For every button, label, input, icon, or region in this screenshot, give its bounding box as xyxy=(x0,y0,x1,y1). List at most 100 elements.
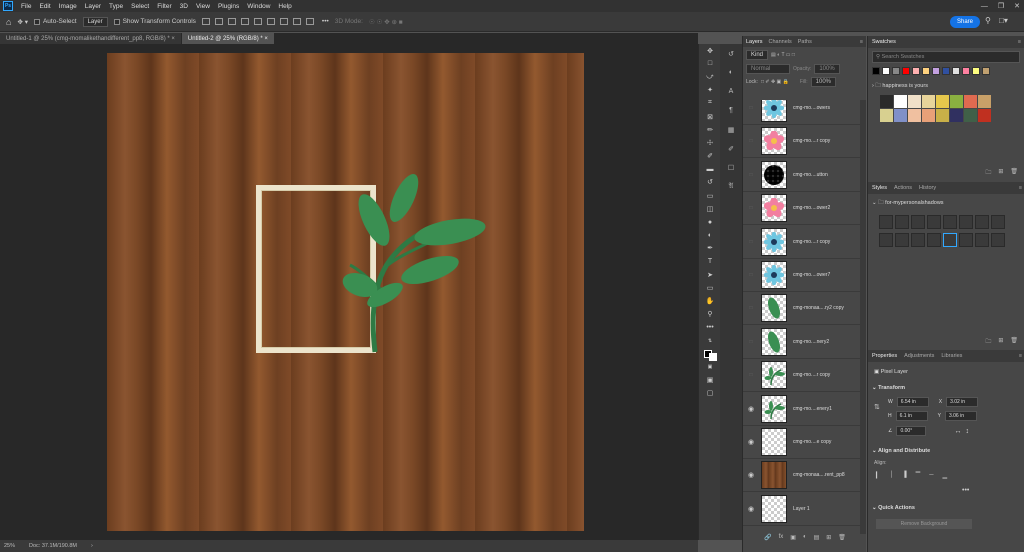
home-icon[interactable]: ⌂ xyxy=(6,17,11,27)
lock-icons[interactable]: □ ✐ ✥ ▣ 🔒 xyxy=(761,79,789,85)
width-field[interactable]: 6.54 in xyxy=(896,397,929,407)
link-dimensions-icon[interactable]: ⇅ xyxy=(874,403,880,411)
align-middle-icon[interactable] xyxy=(253,18,262,25)
tab-untitled-2[interactable]: Untitled-2 @ 25% (RGB/8) * × xyxy=(181,33,274,44)
close-icon[interactable]: × xyxy=(264,36,268,42)
layer-row[interactable]: □ cmg-mo....ower2 xyxy=(743,192,860,226)
angle-field[interactable]: 0.00° xyxy=(896,426,927,436)
visibility-toggle[interactable]: □ xyxy=(743,239,759,245)
rectangle-tool-icon[interactable]: ▭ xyxy=(699,281,721,294)
y-field[interactable]: 3.06 in xyxy=(944,411,977,421)
layer-row[interactable]: □ cmg-monaa....ry2 copy xyxy=(743,292,860,326)
swatch-color[interactable] xyxy=(882,67,890,75)
tab-libraries[interactable]: Libraries xyxy=(941,353,962,359)
tab-paths[interactable]: Paths xyxy=(798,39,812,45)
swatch-color[interactable] xyxy=(932,67,940,75)
crop-tool-icon[interactable]: ⌗ xyxy=(699,97,721,110)
style-item[interactable] xyxy=(879,215,893,229)
libraries-icon[interactable]: ▦ xyxy=(720,120,742,139)
style-item[interactable] xyxy=(943,215,957,229)
new-group-icon[interactable]: 🗀 xyxy=(985,337,991,347)
x-field[interactable]: 3.02 in xyxy=(946,397,979,407)
layer-row[interactable]: ◉ Layer 1 xyxy=(743,493,860,526)
filter-kind-dropdown[interactable]: Kind xyxy=(746,50,769,60)
tab-actions[interactable]: Actions xyxy=(894,185,912,191)
swatch-color[interactable] xyxy=(908,95,921,108)
link-icon[interactable]: 🔗 xyxy=(764,534,771,546)
close-icon[interactable]: ✕ xyxy=(1014,2,1020,10)
layers-scrollbar[interactable] xyxy=(860,100,866,534)
blur-tool-icon[interactable]: ● xyxy=(699,215,721,228)
frame-tool-icon[interactable]: ⊠ xyxy=(699,110,721,123)
layer-select-dropdown[interactable]: Layer xyxy=(82,16,108,27)
hand-tool-icon[interactable]: ✋ xyxy=(699,295,721,308)
align-vcenter-icon[interactable]: ─ xyxy=(929,472,933,479)
fx-icon[interactable]: fx xyxy=(779,534,784,546)
style-item[interactable] xyxy=(911,215,925,229)
visibility-toggle[interactable]: □ xyxy=(743,339,759,345)
eye-icon[interactable]: ◉ xyxy=(743,505,759,513)
style-item[interactable] xyxy=(991,233,1005,247)
swatch-color[interactable] xyxy=(936,95,949,108)
tab-layers[interactable]: Layers xyxy=(746,39,763,45)
screen-mode-icon[interactable]: ▢ xyxy=(699,387,721,400)
layer-row[interactable]: □ cmg-mo....r copy xyxy=(743,359,860,393)
show-transform-checkbox[interactable]: Show Transform Controls xyxy=(113,18,196,25)
tab-history[interactable]: History xyxy=(919,185,936,191)
eye-icon[interactable]: ◉ xyxy=(743,471,759,479)
style-item-selected[interactable] xyxy=(943,233,957,247)
swatch-color[interactable] xyxy=(880,109,893,122)
visibility-toggle[interactable]: □ xyxy=(743,205,759,211)
clone-source-icon[interactable]: ☐ xyxy=(720,158,742,177)
swatch-color[interactable] xyxy=(978,109,991,122)
path-select-icon[interactable]: ➤ xyxy=(699,268,721,281)
menu-view[interactable]: View xyxy=(192,3,214,10)
zoom-level[interactable]: 25% xyxy=(4,543,15,549)
panel-menu-icon[interactable]: ≡ xyxy=(1019,353,1022,359)
swatch-color[interactable] xyxy=(912,67,920,75)
align-top-icon[interactable]: ▔ xyxy=(916,472,921,479)
layer-row[interactable]: ◉ cmg-mo....enery1 xyxy=(743,393,860,426)
blend-mode-dropdown[interactable]: Normal xyxy=(746,64,790,74)
search-swatches-input[interactable]: ⚲ Search Swatches xyxy=(872,51,1020,63)
lasso-tool-icon[interactable]: ⤻ xyxy=(699,70,721,83)
style-group[interactable]: ⌄ 🗀 for-mypersonalshadows xyxy=(872,199,944,208)
menu-layer[interactable]: Layer xyxy=(81,3,105,10)
panel-menu-icon[interactable]: ≡ xyxy=(1018,39,1021,45)
style-item[interactable] xyxy=(911,233,925,247)
new-swatch-icon[interactable]: ⊞ xyxy=(998,168,1003,178)
move-tool-icon[interactable]: ✥ xyxy=(699,44,721,57)
swatch-color[interactable] xyxy=(872,67,880,75)
tab-swatches[interactable]: Swatches xyxy=(872,39,896,45)
panel-menu-icon[interactable]: ≡ xyxy=(860,39,863,45)
visibility-toggle[interactable]: □ xyxy=(743,172,759,178)
brushes-icon[interactable]: ✐ xyxy=(720,139,742,158)
mask-icon[interactable]: ▣ xyxy=(790,534,796,546)
search-icon[interactable]: ⚲ xyxy=(985,16,991,25)
stamp-tool-icon[interactable]: ▬ xyxy=(699,163,721,176)
adjustments-icon[interactable]: ◐ xyxy=(720,63,742,82)
swatch-color[interactable] xyxy=(880,95,893,108)
zoom-tool-icon[interactable]: ⚲ xyxy=(699,308,721,321)
restore-icon[interactable]: ❐ xyxy=(998,2,1004,10)
swatch-color[interactable] xyxy=(902,67,910,75)
swatch-color[interactable] xyxy=(936,109,949,122)
visibility-toggle[interactable]: □ xyxy=(743,305,759,311)
distribute-v-icon[interactable] xyxy=(292,18,301,25)
pen-tool-icon[interactable]: ✒ xyxy=(699,242,721,255)
align-top-icon[interactable] xyxy=(240,18,249,25)
swatch-color[interactable] xyxy=(978,95,991,108)
menu-select[interactable]: Select xyxy=(127,3,153,10)
healing-brush-icon[interactable]: ☩ xyxy=(699,136,721,149)
adjustment-layer-icon[interactable]: ◐ xyxy=(803,534,807,546)
style-item[interactable] xyxy=(927,215,941,229)
new-group-icon[interactable]: 🗀 xyxy=(985,168,991,178)
trash-icon[interactable]: 🗑 xyxy=(838,534,846,546)
align-hcenter-icon[interactable]: │ xyxy=(890,472,894,479)
style-item[interactable] xyxy=(975,233,989,247)
swatch-color[interactable] xyxy=(950,109,963,122)
glyphs-icon[interactable]: 𝔄 xyxy=(720,177,742,196)
swatch-color[interactable] xyxy=(892,67,900,75)
default-colors-icon[interactable]: ▣ xyxy=(699,361,721,374)
swatch-color[interactable] xyxy=(908,109,921,122)
